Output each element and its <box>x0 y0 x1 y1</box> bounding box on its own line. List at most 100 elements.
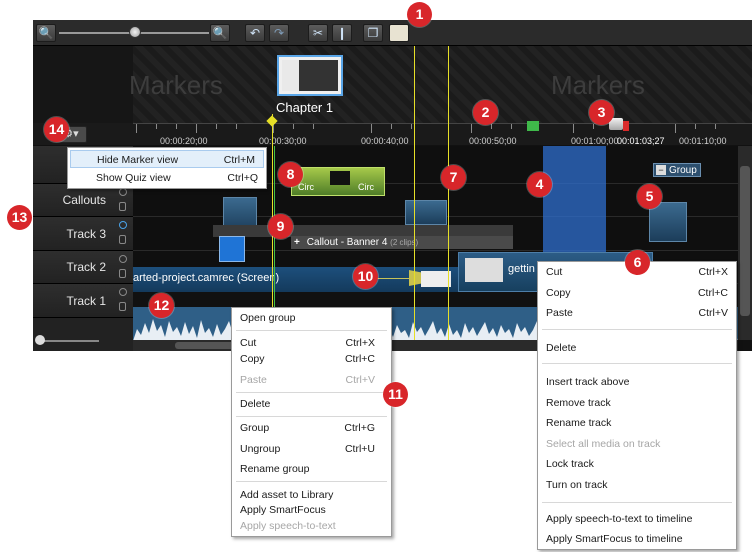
menu-item-label: Remove track <box>546 397 611 409</box>
menu-item-label: Apply SmartFocus <box>240 504 326 516</box>
zoom-slider-knob[interactable] <box>129 26 141 38</box>
clip-label: Circ <box>358 182 374 192</box>
menu-item-label: Ungroup <box>240 443 281 455</box>
menu-item-label: Hide Marker view <box>97 154 179 166</box>
zoom-out-icon[interactable]: 🔍 <box>36 24 56 42</box>
group-header[interactable]: − Group <box>653 163 701 177</box>
vertical-scrollbar[interactable] <box>738 146 752 340</box>
grouped-clip[interactable] <box>649 202 687 242</box>
paste-item[interactable]: Paste Ctrl+V <box>538 304 736 322</box>
track-header-track2[interactable]: Track 2 <box>33 251 133 284</box>
apply-smartfocus-to-timeline-item[interactable]: Apply SmartFocus to timeline <box>538 530 736 548</box>
callout-badge: 12 <box>149 293 174 318</box>
menu-item-shortcut: Ctrl+U <box>344 443 375 455</box>
split-icon[interactable]: ❙ <box>332 24 352 42</box>
media-clip[interactable] <box>405 200 447 225</box>
callout-badge: 1 <box>407 2 432 27</box>
menu-item-label: Copy <box>240 353 265 365</box>
eye-icon[interactable] <box>119 188 127 196</box>
chapter-label: Chapter 1 <box>276 100 334 115</box>
paste-icon[interactable] <box>389 24 409 42</box>
callout-badge: 6 <box>625 250 650 275</box>
remove-track-item[interactable]: Remove track <box>538 394 736 412</box>
callout-badge: 9 <box>268 214 293 239</box>
track-height-slider[interactable] <box>39 340 99 342</box>
lock-icon[interactable] <box>119 269 126 278</box>
menu-item-label: Open group <box>240 312 296 324</box>
group-item[interactable]: Group Ctrl+G <box>232 419 391 437</box>
menu-item-label: Insert track above <box>546 376 630 388</box>
callout-group-bar[interactable]: + Callout - Banner 4 (2 clips) <box>291 236 513 249</box>
menu-item-label: Rename group <box>240 463 310 475</box>
hide-marker-view-item[interactable]: Hide Marker view Ctrl+M <box>70 150 264 168</box>
menu-item-shortcut: Ctrl+Q <box>227 172 258 184</box>
apply-speech-to-timeline-item[interactable]: Apply speech-to-text to timeline <box>538 510 736 528</box>
zoom-in-icon[interactable]: 🔍 <box>210 24 230 42</box>
eye-icon[interactable] <box>119 221 127 229</box>
in-point-handle[interactable] <box>527 121 539 131</box>
menu-item-shortcut: Ctrl+C <box>344 353 375 365</box>
timeline-toolbar: 🔍 🔍 ↶ ↷ ✂ ❙ ❐ <box>33 20 752 46</box>
cut-icon[interactable]: ✂ <box>308 24 328 42</box>
lock-track-item[interactable]: Lock track <box>538 455 736 473</box>
lock-icon[interactable] <box>119 302 126 311</box>
open-group-item[interactable]: Open group <box>232 309 391 327</box>
insert-track-above-item[interactable]: Insert track above <box>538 373 736 391</box>
menu-item-label: Cut <box>546 266 563 278</box>
menu-item-label: Apply SmartFocus to timeline <box>546 533 683 545</box>
track-context-menu: Cut Ctrl+X Copy Ctrl+C Paste Ctrl+V Delete … <box>537 261 737 550</box>
ruler-label: 00:00:50;00 <box>469 136 517 146</box>
delete-item[interactable]: Delete <box>232 395 391 413</box>
rename-track-item[interactable]: Rename track <box>538 414 736 432</box>
menu-item-label: Cut <box>240 337 257 349</box>
lock-icon[interactable] <box>119 235 126 244</box>
menu-item-shortcut: Ctrl+V <box>698 307 728 319</box>
eye-icon[interactable] <box>119 288 127 296</box>
track-header-track1[interactable]: Track 1 <box>33 284 133 318</box>
playhead-line <box>414 46 415 340</box>
menu-item-label: Copy <box>546 287 571 299</box>
lock-icon[interactable] <box>119 202 126 211</box>
copy-item[interactable]: Copy Ctrl+C <box>538 284 736 302</box>
menu-item-shortcut: Ctrl+G <box>344 422 375 434</box>
rename-group-item[interactable]: Rename group <box>232 460 391 478</box>
callout-badge: 13 <box>7 205 32 230</box>
callout-badge: 10 <box>353 264 378 289</box>
track-header-track3[interactable]: Track 3 <box>33 217 133 251</box>
menu-item-label: Rename track <box>546 417 612 429</box>
callout-badge: 3 <box>589 100 614 125</box>
turn-on-track-item[interactable]: Turn on track <box>538 476 736 494</box>
callout-clip[interactable]: Circ Circ <box>291 167 385 196</box>
show-quiz-view-item[interactable]: Show Quiz view Ctrl+Q <box>68 169 266 187</box>
ruler-label: 00:01:10;00 <box>679 136 727 146</box>
callout-badge: 4 <box>527 172 552 197</box>
out-point-handle[interactable] <box>623 121 629 131</box>
callout-thumb[interactable] <box>219 236 245 262</box>
clip-label: arted-project.camrec (Screen) <box>133 272 280 284</box>
paste-item: Paste Ctrl+V <box>232 371 391 389</box>
menu-item-label: Turn on track <box>546 479 608 491</box>
menu-item-label: Delete <box>546 342 577 354</box>
ruler-label: 00:01:03;27 <box>617 136 665 146</box>
delete-item[interactable]: Delete <box>538 339 736 357</box>
markers-watermark: Markers <box>129 70 223 100</box>
menu-item-shortcut: Ctrl+M <box>223 154 255 166</box>
menu-item-label: Paste <box>240 374 267 386</box>
track-label: Track 2 <box>66 260 106 274</box>
ruler-label: 00:00:30;00 <box>259 136 307 146</box>
track-height-knob[interactable] <box>35 335 45 345</box>
copy-icon[interactable]: ❐ <box>363 24 383 42</box>
chapter-thumbnail[interactable] <box>277 55 343 96</box>
callout-badge: 5 <box>637 184 662 209</box>
callout-badge: 14 <box>44 117 69 142</box>
undo-icon[interactable]: ↶ <box>245 24 265 42</box>
group-context-menu: Open group Cut Ctrl+X Copy Ctrl+C Paste Ctr… <box>231 307 392 537</box>
redo-icon[interactable]: ↷ <box>269 24 289 42</box>
track-label: Track 1 <box>66 293 106 308</box>
copy-item[interactable]: Copy Ctrl+C <box>232 350 391 368</box>
ruler-label: 00:00:40;00 <box>361 136 409 146</box>
ungroup-item[interactable]: Ungroup Ctrl+U <box>232 440 391 458</box>
time-ruler[interactable]: 00:00:20;00 00:00:30;00 00:00:40;00 00:0… <box>133 118 752 146</box>
menu-item-label: Add asset to Library <box>240 489 334 501</box>
eye-icon[interactable] <box>119 255 127 263</box>
